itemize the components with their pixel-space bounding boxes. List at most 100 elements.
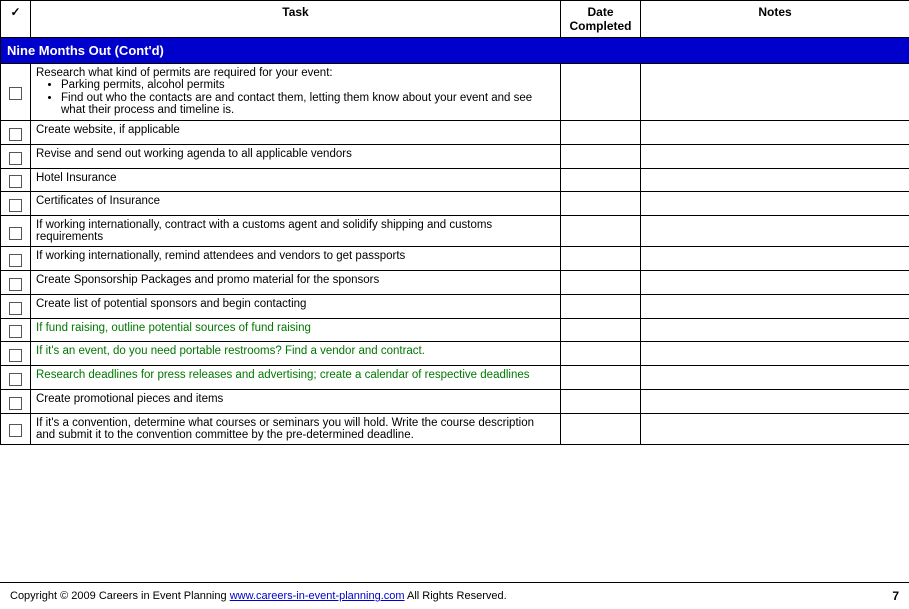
date-cell <box>561 294 641 318</box>
date-cell <box>561 366 641 390</box>
task-cell: Revise and send out working agenda to al… <box>31 144 561 168</box>
task-text: Research what kind of permits are requir… <box>36 67 333 79</box>
task-cell: Create promotional pieces and items <box>31 389 561 413</box>
notes-cell <box>641 318 909 342</box>
check-cell <box>1 192 31 216</box>
task-cell: Hotel Insurance <box>31 168 561 192</box>
notes-cell <box>641 389 909 413</box>
list-item: Parking permits, alcohol permits <box>61 79 555 91</box>
check-cell <box>1 144 31 168</box>
date-cell <box>561 192 641 216</box>
check-cell <box>1 270 31 294</box>
task-text: Create list of potential sponsors and be… <box>36 298 306 310</box>
table-row: If working internationally, contract wit… <box>1 216 909 247</box>
check-cell <box>1 216 31 247</box>
table-row: If fund raising, outline potential sourc… <box>1 318 909 342</box>
table-row: If working internationally, remind atten… <box>1 247 909 271</box>
date-cell <box>561 413 641 444</box>
date-cell <box>561 64 641 121</box>
task-cell: If working internationally, remind atten… <box>31 247 561 271</box>
table-row: Hotel Insurance <box>1 168 909 192</box>
checkbox-icon <box>9 199 22 212</box>
task-cell: Create Sponsorship Packages and promo ma… <box>31 270 561 294</box>
date-cell <box>561 216 641 247</box>
page-container: ✓ Task Date Completed Notes Nine Months … <box>0 0 909 609</box>
task-cell: Research deadlines for press releases an… <box>31 366 561 390</box>
checkbox-icon <box>9 128 22 141</box>
notes-cell <box>641 247 909 271</box>
section-header-row: Nine Months Out (Cont'd) <box>1 38 909 64</box>
table-row: Research what kind of permits are requir… <box>1 64 909 121</box>
task-cell: If working internationally, contract wit… <box>31 216 561 247</box>
notes-header: Notes <box>641 1 909 38</box>
date-cell <box>561 247 641 271</box>
check-cell <box>1 121 31 145</box>
notes-cell <box>641 413 909 444</box>
table-row: Revise and send out working agenda to al… <box>1 144 909 168</box>
date-cell <box>561 168 641 192</box>
task-text: If working internationally, remind atten… <box>36 250 405 262</box>
task-cell: If fund raising, outline potential sourc… <box>31 318 561 342</box>
check-header: ✓ <box>1 1 31 38</box>
checkbox-icon <box>9 325 22 338</box>
task-cell: If it's a convention, determine what cou… <box>31 413 561 444</box>
rights-text: All Rights Reserved. <box>407 590 507 602</box>
task-text: Create Sponsorship Packages and promo ma… <box>36 274 379 286</box>
checkbox-icon <box>9 152 22 165</box>
date-header: Date Completed <box>561 1 641 38</box>
check-cell <box>1 389 31 413</box>
date-cell <box>561 270 641 294</box>
task-cell: Create website, if applicable <box>31 121 561 145</box>
task-cell: Create list of potential sponsors and be… <box>31 294 561 318</box>
check-cell <box>1 294 31 318</box>
date-cell <box>561 389 641 413</box>
date-cell <box>561 318 641 342</box>
check-cell <box>1 318 31 342</box>
notes-cell <box>641 366 909 390</box>
task-cell: Research what kind of permits are requir… <box>31 64 561 121</box>
page-footer: Copyright © 2009 Careers in Event Planni… <box>0 582 909 609</box>
header-row: ✓ Task Date Completed Notes <box>1 1 909 38</box>
notes-cell <box>641 192 909 216</box>
table-row: Create promotional pieces and items <box>1 389 909 413</box>
table-row: Certificates of Insurance <box>1 192 909 216</box>
task-text: If fund raising, outline potential sourc… <box>36 322 311 334</box>
checkbox-icon <box>9 254 22 267</box>
table-row: Create list of potential sponsors and be… <box>1 294 909 318</box>
footer-link[interactable]: www.careers-in-event-planning.com <box>230 590 405 602</box>
check-cell <box>1 413 31 444</box>
table-row: Research deadlines for press releases an… <box>1 366 909 390</box>
task-text: Create website, if applicable <box>36 124 180 136</box>
bullet-list: Parking permits, alcohol permits Find ou… <box>56 79 555 116</box>
list-item: Find out who the contacts are and contac… <box>61 92 555 116</box>
check-cell <box>1 64 31 121</box>
date-cell <box>561 121 641 145</box>
table-wrapper: ✓ Task Date Completed Notes Nine Months … <box>0 0 909 582</box>
checkbox-icon <box>9 349 22 362</box>
notes-cell <box>641 216 909 247</box>
section-header-cell: Nine Months Out (Cont'd) <box>1 38 909 64</box>
table-row: Create Sponsorship Packages and promo ma… <box>1 270 909 294</box>
table-row: Create website, if applicable <box>1 121 909 145</box>
notes-cell <box>641 270 909 294</box>
task-text: If it's a convention, determine what cou… <box>36 417 534 441</box>
checkbox-icon <box>9 397 22 410</box>
task-cell: Certificates of Insurance <box>31 192 561 216</box>
task-text: If it's an event, do you need portable r… <box>36 345 425 357</box>
check-cell <box>1 342 31 366</box>
date-cell <box>561 144 641 168</box>
task-text: If working internationally, contract wit… <box>36 219 492 243</box>
checkbox-icon <box>9 227 22 240</box>
task-text: Revise and send out working agenda to al… <box>36 148 352 160</box>
check-cell <box>1 247 31 271</box>
notes-cell <box>641 64 909 121</box>
notes-cell <box>641 168 909 192</box>
notes-cell <box>641 144 909 168</box>
checkbox-icon <box>9 373 22 386</box>
notes-cell <box>641 121 909 145</box>
checkbox-icon <box>9 87 22 100</box>
main-table: ✓ Task Date Completed Notes Nine Months … <box>0 0 909 445</box>
checkbox-icon <box>9 302 22 315</box>
check-cell <box>1 366 31 390</box>
task-text: Hotel Insurance <box>36 172 117 184</box>
